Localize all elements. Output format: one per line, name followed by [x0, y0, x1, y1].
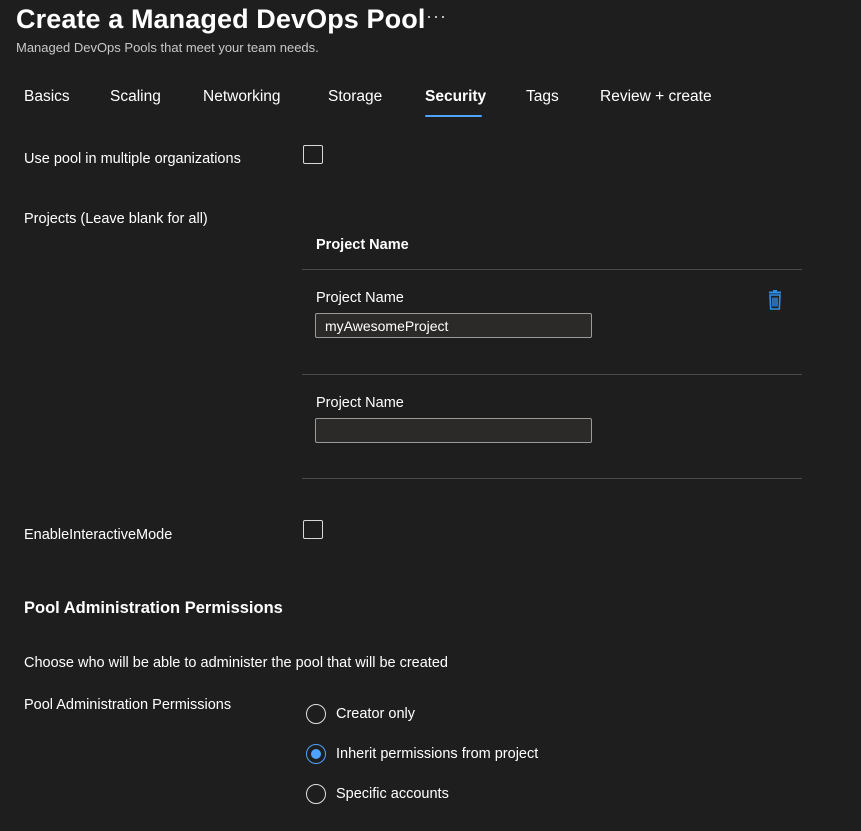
radio-creator-only[interactable]: Creator only: [306, 704, 415, 724]
project-name-input[interactable]: [315, 418, 592, 443]
project-name-input[interactable]: [315, 313, 592, 338]
multi-org-checkbox[interactable]: [303, 145, 323, 164]
page-title: Create a Managed DevOps Pool: [16, 4, 426, 34]
page-subtitle: Managed DevOps Pools that meet your team…: [16, 40, 319, 55]
table-divider: [302, 374, 802, 375]
active-tab-indicator: [425, 115, 482, 117]
trash-icon[interactable]: [766, 290, 784, 310]
interactive-mode-checkbox[interactable]: [303, 520, 323, 539]
project-name-label: Project Name: [316, 395, 404, 411]
table-divider: [302, 269, 802, 270]
radio-label: Specific accounts: [336, 786, 449, 802]
radio-label: Creator only: [336, 706, 415, 722]
tab-scaling[interactable]: Scaling: [110, 88, 161, 114]
radio-button[interactable]: [306, 744, 326, 764]
radio-inherit-permissions[interactable]: Inherit permissions from project: [306, 744, 538, 764]
tab-storage[interactable]: Storage: [328, 88, 382, 114]
radio-label: Inherit permissions from project: [336, 746, 539, 762]
radio-specific-accounts[interactable]: Specific accounts: [306, 784, 449, 804]
permissions-field-label: Pool Administration Permissions: [24, 697, 232, 713]
section-heading: Pool Administration Permissions: [24, 599, 283, 617]
project-name-label: Project Name: [316, 290, 404, 306]
tab-tags[interactable]: Tags: [526, 88, 559, 114]
interactive-mode-label: EnableInteractiveMode: [24, 527, 173, 543]
project-name-column-header: Project Name: [316, 237, 409, 253]
more-options-icon[interactable]: ···: [426, 6, 447, 27]
radio-button[interactable]: [306, 784, 326, 804]
permissions-description: Choose who will be able to administer th…: [24, 655, 448, 671]
tab-security[interactable]: Security: [425, 88, 486, 114]
tab-basics[interactable]: Basics: [24, 88, 70, 114]
radio-button[interactable]: [306, 704, 326, 724]
tab-review-create[interactable]: Review + create: [600, 88, 712, 114]
multi-org-label: Use pool in multiple organizations: [24, 151, 241, 167]
projects-label: Projects (Leave blank for all): [24, 211, 208, 227]
table-divider: [302, 478, 802, 479]
tab-networking[interactable]: Networking: [203, 88, 281, 114]
